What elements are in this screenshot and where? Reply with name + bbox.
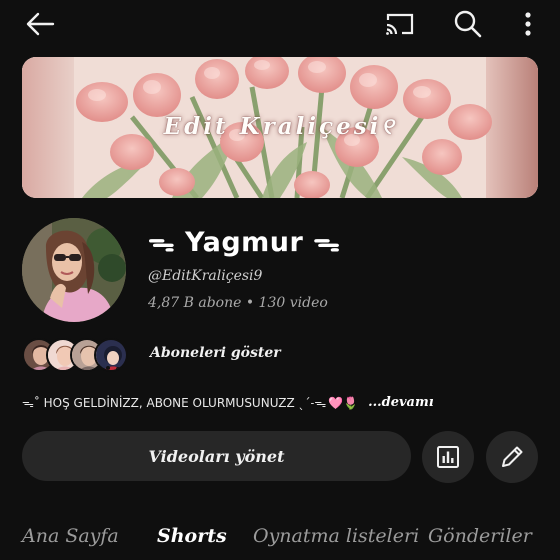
- manage-videos-button[interactable]: Videoları yönet: [22, 431, 411, 481]
- channel-handle: @EditKraliçesi9: [148, 268, 263, 284]
- more-vert-icon: [525, 12, 531, 36]
- search-icon: [454, 10, 482, 38]
- top-app-bar: [0, 0, 560, 48]
- profile-photo: [22, 218, 126, 322]
- tab-home[interactable]: Ana Sayfa: [22, 525, 119, 547]
- channel-stats: 4,87 B abone • 130 video: [148, 295, 328, 311]
- banner-title: Edit Kraliçesi୧: [163, 113, 397, 140]
- arrow-left-icon: [26, 12, 55, 36]
- back-button[interactable]: [18, 6, 62, 42]
- description-emoji: 🩷🌷: [328, 395, 359, 410]
- search-button[interactable]: [448, 6, 488, 42]
- description-text: ᯓ˚ HOŞ GELDİNİZZ, ABONE OLURMUSUNUZZ ˎˊ˗…: [22, 396, 327, 410]
- cast-button[interactable]: [380, 6, 420, 42]
- tab-playlists[interactable]: Oynatma listeleri: [253, 525, 419, 547]
- channel-description[interactable]: ᯓ˚ HOŞ GELDİNİZZ, ABONE OLURMUSUNUZZ ˎˊ˗…: [22, 394, 434, 411]
- channel-name: ᯓ Yagmur ᯓ: [148, 227, 341, 258]
- subscriber-avatar: [94, 338, 128, 372]
- analytics-button[interactable]: [422, 431, 474, 483]
- more-options-button[interactable]: [512, 6, 544, 42]
- pencil-icon: [502, 446, 523, 467]
- channel-avatar[interactable]: [22, 218, 126, 322]
- cast-icon: [386, 13, 414, 35]
- show-subscribers-label[interactable]: Aboneleri göster: [150, 345, 281, 361]
- analytics-icon: [437, 446, 459, 468]
- edit-channel-button[interactable]: [486, 431, 538, 483]
- description-more-link[interactable]: ...devamı: [368, 395, 434, 410]
- subscribers-row[interactable]: Aboneleri göster: [22, 337, 281, 373]
- tab-shorts[interactable]: Shorts: [157, 525, 227, 547]
- channel-tabs: Ana Sayfa Shorts Oynatma listeleri Gönde…: [0, 522, 560, 560]
- tab-posts[interactable]: Gönderiler: [428, 525, 532, 547]
